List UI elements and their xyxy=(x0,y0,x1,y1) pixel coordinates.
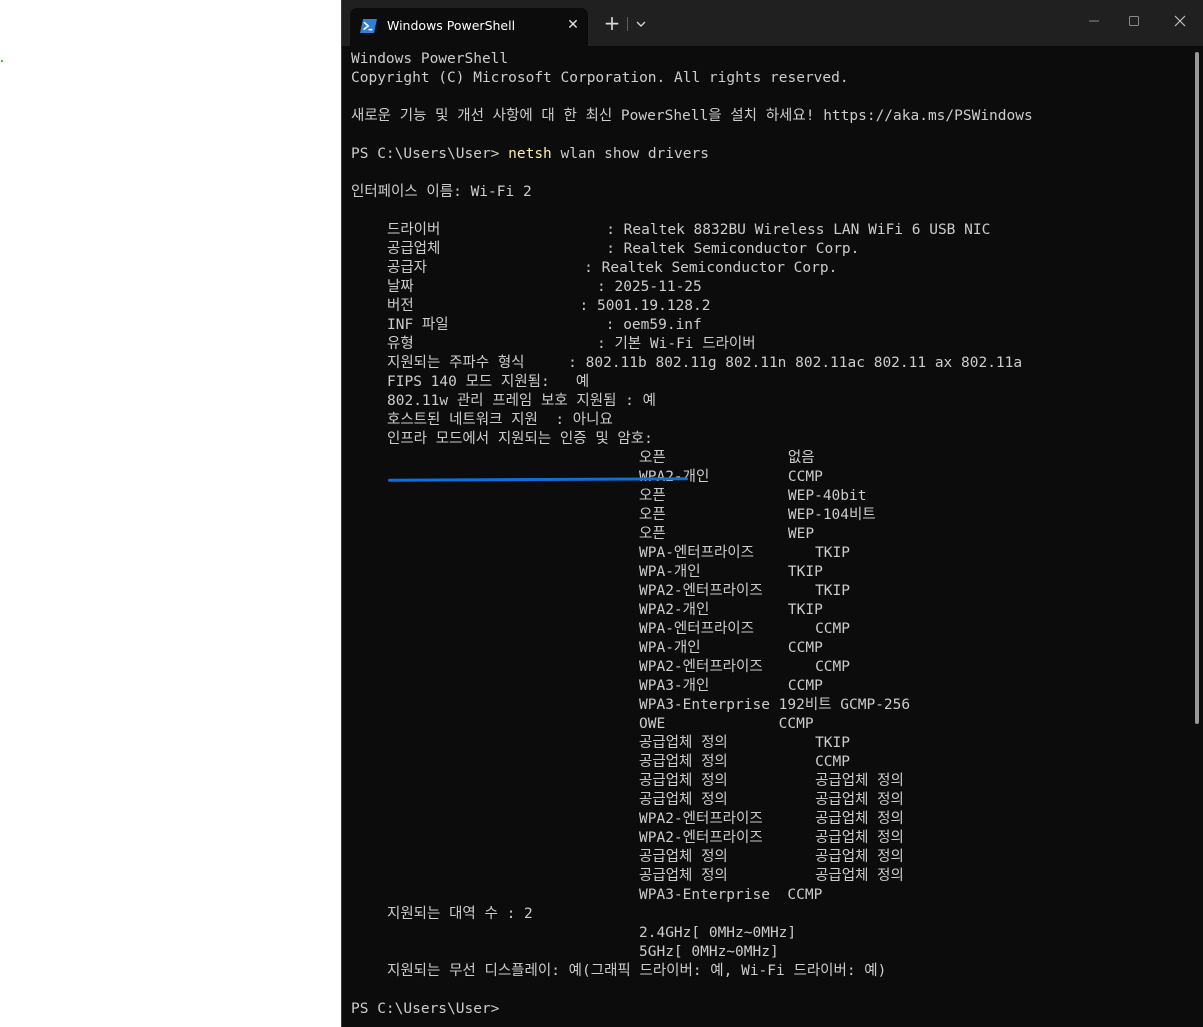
maximize-icon[interactable] xyxy=(1122,10,1146,32)
scrollbar[interactable] xyxy=(1195,52,1199,724)
driver-info-line: 인프라 모드에서 지원되는 인증 및 암호: xyxy=(387,431,653,447)
driver-info-line: 드라이버 : Realtek 8832BU Wireless LAN WiFi … xyxy=(387,222,991,238)
driver-info-line: 공급자 : Realtek Semiconductor Corp. xyxy=(387,260,838,276)
auth-cipher-row: WPA-엔터프라이즈 TKIP xyxy=(639,545,850,561)
auth-cipher-row: 오픈 WEP-40bit xyxy=(639,488,867,504)
prompt-line: PS C:\Users\User> xyxy=(351,1001,500,1017)
auth-cipher-row: WPA3-Enterprise CCMP xyxy=(639,887,823,903)
auth-cipher-row: WPA-개인 CCMP xyxy=(639,640,823,656)
band-row: 2.4GHz[ 0MHz~0MHz] xyxy=(639,925,797,941)
auth-cipher-row: 오픈 WEP-104비트 xyxy=(639,507,876,523)
auth-cipher-row: 공급업체 정의 공급업체 정의 xyxy=(639,868,904,884)
title-bar[interactable]: Windows PowerShell ✕ + xyxy=(342,0,1203,46)
auth-cipher-row: WPA2-엔터프라이즈 공급업체 정의 xyxy=(639,830,904,846)
chevron-down-icon[interactable] xyxy=(631,14,651,34)
auth-cipher-row: WPA-엔터프라이즈 CCMP xyxy=(639,621,850,637)
driver-info-line: 유형 : 기본 Wi-Fi 드라이버 xyxy=(387,336,756,352)
auth-cipher-row: OWE CCMP xyxy=(639,716,814,732)
command-line: PS C:\Users\User> netsh wlan show driver… xyxy=(351,145,709,164)
auth-cipher-row: WPA2-개인 TKIP xyxy=(639,602,823,618)
driver-info-line: 지원되는 주파수 형식 : 802.11b 802.11g 802.11n 80… xyxy=(387,355,1023,371)
wireless-display-line: 지원되는 무선 디스플레이: 예(그래픽 드라이버: 예, Wi-Fi 드라이버… xyxy=(387,963,887,979)
interface-line: 인터페이스 이름: Wi-Fi 2 xyxy=(351,184,532,200)
auth-cipher-row: 오픈 WEP xyxy=(639,526,815,542)
driver-info-line: INF 파일 : oem59.inf xyxy=(387,317,702,333)
auth-cipher-row: 공급업체 정의 공급업체 정의 xyxy=(639,792,904,808)
auth-cipher-row: 공급업체 정의 CCMP xyxy=(639,754,850,770)
green-dot-marker xyxy=(1,60,3,62)
auth-cipher-row: 공급업체 정의 공급업체 정의 xyxy=(639,773,904,789)
copyright-line: Copyright (C) Microsoft Corporation. All… xyxy=(351,70,849,86)
auth-cipher-row: WPA2-엔터프라이즈 CCMP xyxy=(639,659,850,675)
auth-cipher-row: WPA3-Enterprise 192비트 GCMP-256 xyxy=(639,697,911,713)
powershell-window: Windows PowerShell ✕ + Windows PowerShel… xyxy=(341,0,1203,1027)
terminal-output[interactable]: Windows PowerShell Copyright (C) Microso… xyxy=(351,48,1191,1027)
driver-info-line: 날짜 : 2025-11-25 xyxy=(387,279,702,295)
bands-line: 지원되는 대역 수 : 2 xyxy=(387,906,533,922)
band-row: 5GHz[ 0MHz~0MHz] xyxy=(639,944,779,960)
driver-info-line: 공급업체 : Realtek Semiconductor Corp. xyxy=(387,241,860,257)
tab-windows-powershell[interactable]: Windows PowerShell ✕ xyxy=(350,8,588,46)
hosted-network-line: 호스트된 네트워크 지원 : 아니요 xyxy=(387,412,613,428)
driver-info-line: FIPS 140 모드 지원됨: 예 xyxy=(387,374,590,390)
close-icon[interactable] xyxy=(1168,10,1192,32)
command-args: wlan show drivers xyxy=(551,146,709,162)
prompt: PS C:\Users\User> xyxy=(351,146,509,162)
command-name: netsh xyxy=(508,146,552,162)
auth-cipher-row: 공급업체 정의 공급업체 정의 xyxy=(639,849,904,865)
minimize-icon[interactable] xyxy=(1082,10,1106,32)
tab-close-icon[interactable]: ✕ xyxy=(564,16,582,34)
auth-cipher-row: WPA3-개인 CCMP xyxy=(639,678,823,694)
auth-cipher-row: 오픈 없음 xyxy=(639,450,815,466)
notice-line: 새로운 기능 및 개선 사항에 대 한 최신 PowerShell을 설치 하세… xyxy=(351,108,1033,124)
driver-info-line: 802.11w 관리 프레임 보호 지원됨 : 예 xyxy=(387,393,656,409)
auth-cipher-row: 공급업체 정의 TKIP xyxy=(639,735,850,751)
auth-cipher-row: WPA2-엔터프라이즈 TKIP xyxy=(639,583,850,599)
header-line: Windows PowerShell xyxy=(351,51,509,67)
powershell-icon xyxy=(360,18,377,33)
auth-cipher-row: WPA-개인 TKIP xyxy=(639,564,823,580)
new-tab-button[interactable]: + xyxy=(601,13,623,35)
driver-info-line: 버전 : 5001.19.128.2 xyxy=(387,298,711,314)
tab-title: Windows PowerShell xyxy=(387,18,516,33)
auth-cipher-row: WPA2-엔터프라이즈 공급업체 정의 xyxy=(639,811,904,827)
divider xyxy=(627,17,628,31)
